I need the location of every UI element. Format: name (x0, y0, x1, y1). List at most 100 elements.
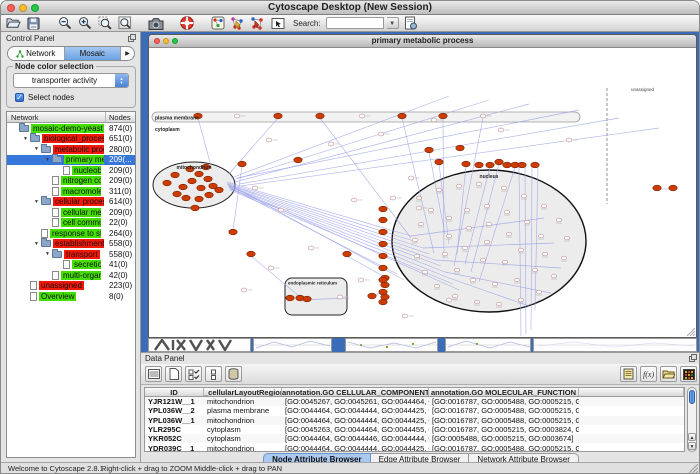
graph-node-small[interactable] (542, 252, 547, 256)
background-window[interactable] (148, 338, 251, 352)
graph-node-small[interactable] (470, 278, 475, 282)
graph-node-small[interactable] (521, 194, 526, 198)
tree-row[interactable]: unassigned223(0) (7, 281, 135, 292)
table-row[interactable]: YDR039C__1mitochondrion[GO:0044464, GO:0… (145, 443, 684, 452)
graph-node-small[interactable] (418, 222, 423, 226)
graph-node-small[interactable] (498, 128, 504, 132)
table-column-header[interactable]: ID (145, 388, 204, 396)
graph-node-orange[interactable] (197, 185, 205, 191)
graph-node-small[interactable] (266, 138, 272, 142)
graph-node-small[interactable] (359, 114, 365, 118)
graph-node-orange[interactable] (238, 161, 246, 167)
graph-node-orange[interactable] (425, 147, 433, 153)
formula-builder-button[interactable]: f(x) (640, 366, 657, 382)
attribute-matrix-button[interactable] (680, 366, 697, 382)
window-resize-grip[interactable] (689, 464, 698, 472)
graph-node-small[interactable] (466, 226, 471, 230)
select-attributes-button[interactable] (185, 366, 202, 382)
graph-node-small[interactable] (234, 114, 240, 118)
graph-node-orange[interactable] (486, 162, 494, 168)
tab-network[interactable]: Network (8, 47, 65, 60)
vizmapper-button[interactable] (209, 16, 226, 31)
annotation-button[interactable] (269, 16, 286, 31)
zoom-in-button[interactable] (76, 16, 93, 31)
graph-node-orange[interactable] (379, 253, 387, 259)
float-panel-icon[interactable] (689, 354, 697, 362)
search-dropdown-arrow[interactable]: ▼ (387, 17, 399, 29)
graph-node-small[interactable] (414, 254, 419, 258)
tree-row[interactable]: ▼cellular process614(0) (7, 197, 135, 208)
snapshot-button[interactable] (147, 16, 164, 31)
attribute-table[interactable]: ID_cellularLayoutRegionannotation.GO CEL… (144, 387, 685, 452)
graph-node-orange[interactable] (191, 205, 199, 211)
scroll-down-button[interactable]: ▼ (688, 442, 696, 450)
graph-node-small[interactable] (434, 284, 439, 288)
graph-node-small[interactable] (538, 234, 543, 238)
tree-row[interactable]: ▼biological_process651(0) (7, 134, 135, 145)
table-row[interactable]: YLR295Ccytoplasm[GO:0045263, GO:0044464,… (145, 425, 684, 434)
graph-node-small[interactable] (476, 182, 481, 186)
expand-arrow-icon[interactable]: ▼ (32, 199, 41, 205)
attribute-list-button[interactable] (145, 366, 162, 382)
graph-node-small[interactable] (484, 240, 489, 244)
graph-node-small[interactable] (431, 118, 437, 122)
graph-node-orange[interactable] (294, 157, 302, 163)
expand-arrow-icon[interactable]: ▼ (21, 136, 30, 142)
graph-node-small[interactable] (480, 258, 485, 262)
graph-node-small[interactable] (446, 298, 452, 302)
background-window[interactable] (445, 338, 531, 352)
graph-node-small[interactable] (390, 196, 396, 200)
expand-arrow-icon[interactable]: ▼ (32, 241, 41, 247)
graph-node-small[interactable] (474, 300, 479, 304)
graph-node-small[interactable] (412, 238, 417, 242)
graph-node-small[interactable] (378, 132, 384, 136)
graph-node-small[interactable] (456, 184, 461, 188)
new-attribute-button[interactable] (165, 366, 182, 382)
graph-node-small[interactable] (278, 208, 284, 212)
window-resize-grip[interactable] (687, 328, 695, 336)
zoom-fit-button[interactable] (116, 16, 133, 31)
graph-node-orange[interactable] (669, 185, 677, 191)
expand-arrow-icon[interactable]: ▼ (43, 251, 52, 257)
tree-row[interactable]: cell communicat22(0) (7, 218, 135, 229)
graph-node-small[interactable] (351, 198, 357, 202)
graph-node-orange[interactable] (179, 184, 187, 190)
graph-node-orange[interactable] (398, 113, 406, 119)
graph-node-small[interactable] (337, 295, 343, 299)
graph-node-orange[interactable] (462, 161, 470, 167)
graph-node-orange[interactable] (379, 299, 387, 305)
graph-node-small[interactable] (566, 138, 572, 142)
graph-node-orange[interactable] (379, 265, 387, 271)
import-attributes-button[interactable] (660, 366, 677, 382)
graph-node-orange[interactable] (173, 191, 181, 197)
graph-node-orange[interactable] (195, 196, 203, 202)
background-window[interactable] (345, 338, 438, 352)
graph-node-small[interactable] (492, 282, 497, 286)
tab-overflow-arrow[interactable]: ▶ (121, 47, 134, 60)
graph-node-orange[interactable] (182, 195, 190, 201)
tree-row[interactable]: ▼transport558(0) (7, 249, 135, 260)
zoom-selected-button[interactable] (96, 16, 113, 31)
open-button[interactable] (5, 16, 22, 31)
graph-node-orange[interactable] (204, 176, 212, 182)
graph-node-orange[interactable] (171, 172, 179, 178)
graph-node-small[interactable] (446, 234, 451, 238)
scroll-up-button[interactable]: ▲ (688, 433, 696, 441)
graph-node-orange[interactable] (531, 162, 539, 168)
edit-network-button[interactable] (229, 16, 246, 31)
graph-node-small[interactable] (428, 208, 433, 212)
table-row[interactable]: YKR052Ccytoplasm[GO:0044464, GO:0044446,… (145, 434, 684, 443)
graph-node-orange[interactable] (456, 145, 464, 151)
edit-network-alt-button[interactable] (249, 16, 266, 31)
table-column-header[interactable]: annotation.GO CELLULAR_COMPONENT (282, 388, 429, 396)
network-canvas[interactable]: plasma membrane cytoplasm mitochondrion … (149, 48, 697, 338)
graph-node-small[interactable] (446, 216, 451, 220)
graph-node-small[interactable] (484, 204, 489, 208)
table-column-header[interactable]: annotation.GO MOLECULAR_FUNCTION (429, 388, 579, 396)
graph-node-orange[interactable] (343, 251, 351, 257)
graph-node-small[interactable] (241, 288, 247, 292)
graph-node-small[interactable] (518, 248, 523, 252)
tree-row[interactable]: ▼primary metabo209(... (7, 155, 135, 166)
graph-node-orange[interactable] (495, 159, 503, 165)
search-options-button[interactable] (402, 16, 419, 31)
